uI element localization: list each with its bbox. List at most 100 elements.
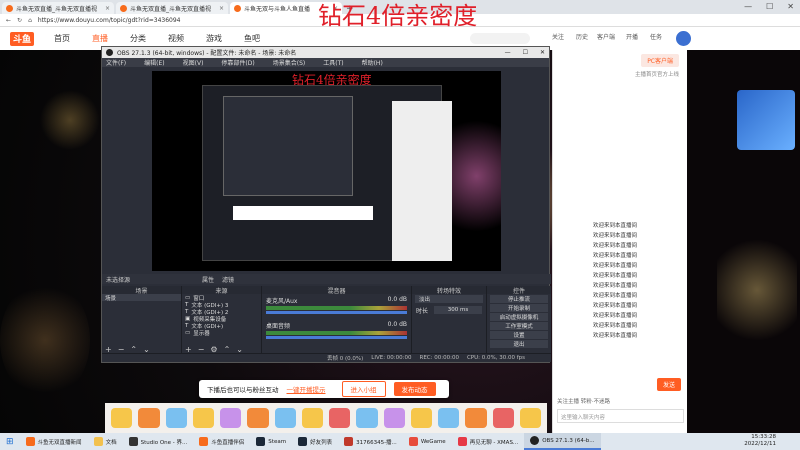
- nav-category[interactable]: 分类: [130, 33, 146, 44]
- menu-view[interactable]: 视图(V): [183, 58, 204, 67]
- menu-docks[interactable]: 停靠部件(D): [221, 58, 254, 67]
- avatar[interactable]: [676, 31, 691, 46]
- douyu-favicon-icon: [120, 4, 127, 12]
- client-icon[interactable]: 客户端: [596, 32, 616, 41]
- minimize-icon[interactable]: —: [505, 49, 511, 56]
- back-icon[interactable]: ←: [6, 17, 11, 24]
- gift-icon[interactable]: [165, 408, 187, 428]
- nav-live[interactable]: 直播: [92, 33, 108, 44]
- gift-icon[interactable]: [465, 408, 487, 428]
- gift-bar: [105, 403, 547, 433]
- event-banner[interactable]: [737, 90, 795, 150]
- close-icon[interactable]: ×: [105, 5, 110, 12]
- gift-icon[interactable]: [492, 408, 514, 428]
- refresh-icon[interactable]: ↻: [17, 17, 22, 24]
- gift-icon[interactable]: [192, 408, 214, 428]
- stop-streaming-button[interactable]: 停止推流: [490, 295, 548, 303]
- gift-icon[interactable]: [356, 408, 378, 428]
- nav-home[interactable]: 首页: [54, 33, 70, 44]
- menu-scene-collection[interactable]: 场景集合(S): [273, 58, 306, 67]
- transition-select[interactable]: 淡出: [415, 295, 483, 303]
- send-button[interactable]: 发送: [656, 378, 681, 391]
- menu-tools[interactable]: 工具(T): [323, 58, 343, 67]
- duration-input[interactable]: 300 ms: [434, 306, 482, 314]
- filters-button[interactable]: 滤镜: [222, 275, 234, 284]
- post-update-button[interactable]: 发布动态: [393, 382, 436, 396]
- history-icon[interactable]: 历史: [572, 32, 592, 41]
- close-icon[interactable]: ✕: [787, 2, 794, 11]
- duration-row: 时长 300 ms: [412, 304, 486, 317]
- start-recording-button[interactable]: 开始录制: [490, 304, 548, 312]
- gift-icon[interactable]: [383, 408, 405, 428]
- browser-tab[interactable]: 斗鱼无双直播_斗鱼无双直播视 ×: [2, 2, 114, 14]
- gift-icon[interactable]: [301, 408, 323, 428]
- taskbar-item[interactable]: 斗鱼直播伴侣: [193, 433, 250, 450]
- obs-preview[interactable]: 钻石4倍亲密度: [152, 71, 501, 271]
- gift-icon[interactable]: [519, 408, 541, 428]
- obs-source-toolbar: 未选择源 属性 滤镜: [102, 274, 551, 284]
- nav-video[interactable]: 视频: [168, 33, 184, 44]
- text-icon: T: [185, 322, 189, 329]
- maximize-icon[interactable]: ☐: [766, 2, 773, 11]
- close-icon[interactable]: ×: [219, 5, 224, 12]
- volume-slider[interactable]: [266, 311, 407, 314]
- gift-icon[interactable]: [274, 408, 296, 428]
- taskbar-item[interactable]: Steam: [250, 433, 292, 450]
- chat-input[interactable]: 这里输入聊天内容: [557, 409, 684, 423]
- rank-area: [553, 90, 687, 220]
- follow-icon[interactable]: 关注: [548, 32, 568, 41]
- gift-icon[interactable]: [329, 408, 351, 428]
- browser-tab[interactable]: 斗鱼无双直播_斗鱼无双直播视 ×: [116, 2, 228, 14]
- taskbar-item[interactable]: WeGame: [403, 433, 452, 450]
- studio-mode-button[interactable]: 工作室模式: [490, 322, 548, 330]
- popup-link[interactable]: 一键开播提示: [287, 384, 326, 394]
- start-button[interactable]: ⊞: [0, 433, 20, 450]
- nav-yuba[interactable]: 鱼吧: [244, 33, 260, 44]
- rec-timer: REC: 00:00:00: [419, 355, 459, 361]
- sources-dock: 来源 ▭ 窗口 T 文本 (GDI+) 3 T 文本 (GDI+) 2 ▣ 视频采集设备…: [182, 286, 262, 356]
- taskbar-item[interactable]: OBS 27.1.3 (64-b...: [524, 433, 601, 450]
- gift-icon[interactable]: [220, 408, 242, 428]
- join-group-button[interactable]: 进入小组: [341, 381, 386, 397]
- chat-message: 欢迎来到本直播间: [593, 333, 638, 339]
- menu-file[interactable]: 文件(F): [106, 58, 126, 67]
- source-item[interactable]: ▭ 显示器: [182, 329, 261, 337]
- close-icon[interactable]: ✕: [540, 49, 545, 56]
- dropped-frames: 丢帧 0 (0.0%): [327, 356, 364, 362]
- broadcast-icon[interactable]: 开播: [622, 32, 642, 41]
- taskbar-item[interactable]: 文档: [88, 433, 123, 450]
- nested-popup: [233, 206, 373, 220]
- taskbar-item[interactable]: Studio One - 界...: [123, 433, 194, 450]
- taskbar-item[interactable]: 好友列表: [292, 433, 338, 450]
- minimize-icon[interactable]: —: [744, 2, 752, 11]
- cpu-fps: CPU: 0.0%, 30.00 fps: [466, 355, 525, 361]
- chat-message: 欢迎来到本直播间: [593, 283, 638, 289]
- gift-icon[interactable]: [138, 408, 160, 428]
- exit-button[interactable]: 退出: [490, 340, 548, 348]
- app-icon: [25, 437, 35, 446]
- nav-game[interactable]: 游戏: [206, 33, 222, 44]
- virtual-camera-button[interactable]: 启动虚拟摄像机: [490, 313, 548, 321]
- task-icon[interactable]: 任务: [646, 32, 666, 41]
- obs-window[interactable]: OBS 27.1.3 (64-bit, windows) - 配置文件: 未命名…: [101, 46, 551, 363]
- menu-help[interactable]: 帮助(H): [362, 58, 383, 67]
- scene-item[interactable]: 场景: [102, 294, 181, 302]
- taskbar-item[interactable]: 斗鱼无双直播新闻: [20, 433, 88, 450]
- site-search-input[interactable]: [470, 33, 530, 44]
- home-icon[interactable]: ⌂: [28, 17, 32, 24]
- site-logo[interactable]: 斗鱼: [10, 31, 34, 46]
- menu-edit[interactable]: 编辑(E): [144, 58, 164, 67]
- volume-slider[interactable]: [266, 336, 407, 339]
- gift-icon[interactable]: [410, 408, 432, 428]
- taskbar-item[interactable]: 31766345-播...: [338, 433, 403, 450]
- settings-button[interactable]: 设置: [490, 331, 548, 339]
- properties-button[interactable]: 属性: [202, 275, 214, 284]
- gift-icon[interactable]: [247, 408, 269, 428]
- system-clock[interactable]: 15:33:28 2022/12/11: [744, 434, 776, 448]
- maximize-icon[interactable]: ☐: [523, 49, 528, 56]
- gift-icon[interactable]: [438, 408, 460, 428]
- taskbar-item[interactable]: 再见无聊 - XMAS...: [452, 433, 525, 450]
- nested-firework: [452, 101, 501, 251]
- gift-icon[interactable]: [111, 408, 133, 428]
- pc-client-button[interactable]: PC客户端: [641, 54, 679, 67]
